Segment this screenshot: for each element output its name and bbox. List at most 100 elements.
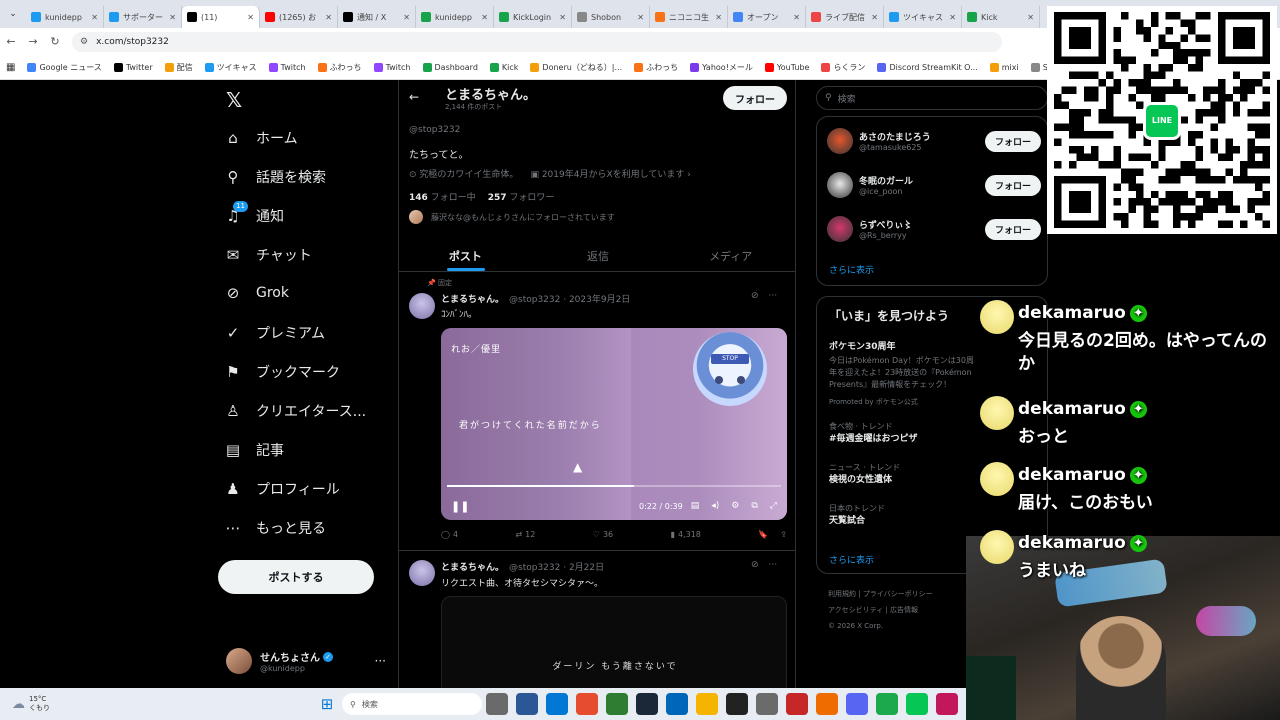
bookmark-item[interactable]: YouTube bbox=[759, 62, 816, 73]
taskbar-search[interactable]: ⚲ 検索 bbox=[342, 693, 482, 715]
file-explorer-icon[interactable] bbox=[516, 693, 538, 715]
footer-link[interactable]: 利用規約 bbox=[828, 590, 856, 598]
more-options-icon[interactable]: ··· bbox=[375, 654, 386, 668]
tweet-author-name[interactable]: とまるちゃん。 bbox=[441, 292, 504, 305]
follow-button[interactable]: フォロー bbox=[984, 130, 1041, 152]
browser-tab[interactable]: kunidepp ✕ bbox=[26, 6, 104, 28]
tab-list-icon[interactable]: ⌄ bbox=[0, 9, 26, 19]
site-info-icon[interactable]: ⚙ bbox=[80, 37, 88, 47]
nav-item-article[interactable]: ▤ 記事 bbox=[224, 440, 284, 460]
pause-icon[interactable]: ❚❚ bbox=[451, 500, 469, 513]
nav-item-premium[interactable]: ✓ プレミアム bbox=[224, 323, 325, 343]
teams-icon[interactable] bbox=[546, 693, 568, 715]
follow-button[interactable]: フォロー bbox=[984, 174, 1041, 196]
bookmark-item[interactable]: Dashboard bbox=[417, 62, 484, 73]
follow-suggestion[interactable]: らずべりぃ〻 @Rs_berryy フォロー bbox=[827, 211, 1041, 247]
close-icon[interactable]: ✕ bbox=[559, 13, 566, 22]
app-icon[interactable] bbox=[876, 693, 898, 715]
nav-item-person[interactable]: ♟ プロフィール bbox=[224, 479, 339, 499]
app-icon[interactable] bbox=[816, 693, 838, 715]
nav-item-bell[interactable]: ♫ 11 通知 bbox=[224, 201, 284, 226]
record-icon[interactable] bbox=[786, 693, 808, 715]
windows-start-icon[interactable]: ⊞ bbox=[316, 693, 338, 715]
bookmark-item[interactable]: ふわっち bbox=[312, 62, 368, 73]
followed-by[interactable]: 藤沢なな@もんじょりさんにフォローされています bbox=[409, 210, 615, 224]
captions-icon[interactable]: ▤ bbox=[691, 501, 700, 511]
browser-tab[interactable]: 通知 / X ✕ bbox=[338, 6, 416, 28]
browser-tab[interactable]: ライブ配信 ✕ bbox=[806, 6, 884, 28]
browser-tab[interactable]: オープン ✕ bbox=[728, 6, 806, 28]
nav-item-mail[interactable]: ✉ チャット bbox=[224, 245, 312, 265]
tab-media[interactable]: メディア bbox=[664, 240, 795, 271]
chrome-icon[interactable] bbox=[576, 693, 598, 715]
fullscreen-icon[interactable]: ⤢ bbox=[770, 501, 777, 511]
avatar[interactable] bbox=[409, 293, 435, 319]
footer-link[interactable]: アクセシビリティ bbox=[828, 606, 883, 614]
browser-tab[interactable]: (11) ✕ bbox=[182, 6, 260, 28]
show-more-link[interactable]: さらに表示 bbox=[829, 263, 874, 276]
tweet-author-name[interactable]: とまるちゃん。 bbox=[441, 560, 504, 573]
nav-item-grok[interactable]: ⊘ Grok bbox=[224, 284, 289, 302]
grok-icon[interactable]: ⊘ bbox=[751, 560, 759, 570]
avatar[interactable] bbox=[409, 560, 435, 586]
back-icon[interactable]: ← bbox=[0, 35, 22, 48]
views-button[interactable]: ▮ 4,318 bbox=[671, 530, 701, 539]
pip-icon[interactable]: ⧉ bbox=[751, 501, 757, 511]
browser-tab[interactable]: kunidepp ✕ bbox=[416, 6, 494, 28]
bookmark-item[interactable]: mixi bbox=[984, 62, 1025, 73]
back-arrow-icon[interactable]: ← bbox=[409, 90, 419, 104]
repost-button[interactable]: ⇄ 12 bbox=[515, 530, 535, 539]
browser-tab[interactable]: Shobon ✕ bbox=[572, 6, 650, 28]
follow-suggestion[interactable]: あさのたまじろう @tamasuke625 フォロー bbox=[827, 123, 1041, 159]
close-icon[interactable]: ✕ bbox=[325, 13, 332, 22]
close-icon[interactable]: ✕ bbox=[481, 13, 488, 22]
footer-link[interactable]: プライバシーポリシー bbox=[863, 590, 933, 598]
browser-tab[interactable]: サポーター ✕ bbox=[104, 6, 182, 28]
browser-tab[interactable]: ツイキャス ✕ bbox=[884, 6, 962, 28]
tab-replies[interactable]: 返信 bbox=[532, 240, 665, 271]
reply-button[interactable]: ◯ 4 bbox=[441, 530, 458, 539]
close-icon[interactable]: ✕ bbox=[91, 13, 98, 22]
nav-item-more[interactable]: ⋯ もっと見る bbox=[224, 518, 327, 538]
line-icon[interactable] bbox=[906, 693, 928, 715]
settings-icon[interactable]: ⚙ bbox=[731, 501, 739, 511]
weather-widget[interactable]: ☁ 15°C くもり bbox=[12, 695, 312, 713]
more-options-icon[interactable]: ··· bbox=[769, 560, 778, 570]
forward-icon[interactable]: → bbox=[22, 35, 44, 48]
footer-link[interactable]: 広告情報 bbox=[890, 606, 918, 614]
folder-icon[interactable] bbox=[696, 693, 718, 715]
followers-link[interactable]: 257 フォロワー bbox=[488, 190, 555, 203]
trend-item[interactable]: ニュース · トレンド 検視の女性遺体 bbox=[829, 462, 900, 486]
video-progress-bar[interactable] bbox=[447, 485, 781, 487]
bookmark-item[interactable]: ツイキャス bbox=[199, 62, 263, 73]
bookmark-item[interactable]: Doneru（どねる）|... bbox=[524, 62, 628, 73]
trend-item[interactable]: 食べ物 · トレンド #毎週金曜はおつピザ bbox=[829, 421, 918, 445]
following-link[interactable]: 146 フォロー中 bbox=[409, 190, 476, 203]
address-bar[interactable]: ⚙ x.com/stop3232 bbox=[72, 31, 1002, 52]
bookmark-item[interactable]: Google ニュース bbox=[21, 62, 107, 73]
video-player[interactable]: ダーリン もう離さないで bbox=[441, 596, 787, 688]
close-icon[interactable]: ✕ bbox=[1027, 13, 1034, 22]
bookmark-item[interactable]: Twitch bbox=[263, 62, 312, 73]
obs-icon[interactable] bbox=[726, 693, 748, 715]
browser-tab[interactable]: Kick ✕ bbox=[962, 6, 1040, 28]
browser-tab[interactable]: (1265) お ✕ bbox=[260, 6, 338, 28]
nav-item-search[interactable]: ⚲ 話題を検索 bbox=[224, 167, 327, 187]
share-icon[interactable]: ⇪ bbox=[780, 530, 787, 539]
close-icon[interactable]: ✕ bbox=[949, 13, 956, 22]
bookmark-icon[interactable]: 🔖 bbox=[758, 530, 768, 539]
browser-tab[interactable]: KickLogin ✕ bbox=[494, 6, 572, 28]
steam-icon[interactable] bbox=[636, 693, 658, 715]
x-logo-icon[interactable]: 𝕏 bbox=[226, 88, 242, 112]
promo-title[interactable]: ポケモン30周年 bbox=[829, 339, 896, 352]
close-icon[interactable]: ✕ bbox=[871, 13, 878, 22]
account-switcher[interactable]: せんちょさん ✓ @kunidepp ··· bbox=[226, 643, 386, 679]
follow-button[interactable]: フォロー bbox=[984, 218, 1041, 240]
calculator-icon[interactable] bbox=[756, 693, 778, 715]
close-icon[interactable]: ✕ bbox=[793, 13, 800, 22]
more-options-icon[interactable]: ··· bbox=[769, 291, 778, 301]
video-player[interactable]: れお／優里 君がつけてくれた名前だから STOP ▲ ❚❚ 0:22 / 0:3… bbox=[441, 328, 787, 520]
app-icon[interactable] bbox=[936, 693, 958, 715]
bookmark-item[interactable]: ふわっち bbox=[628, 62, 684, 73]
apps-icon[interactable]: ▦ bbox=[6, 62, 21, 73]
